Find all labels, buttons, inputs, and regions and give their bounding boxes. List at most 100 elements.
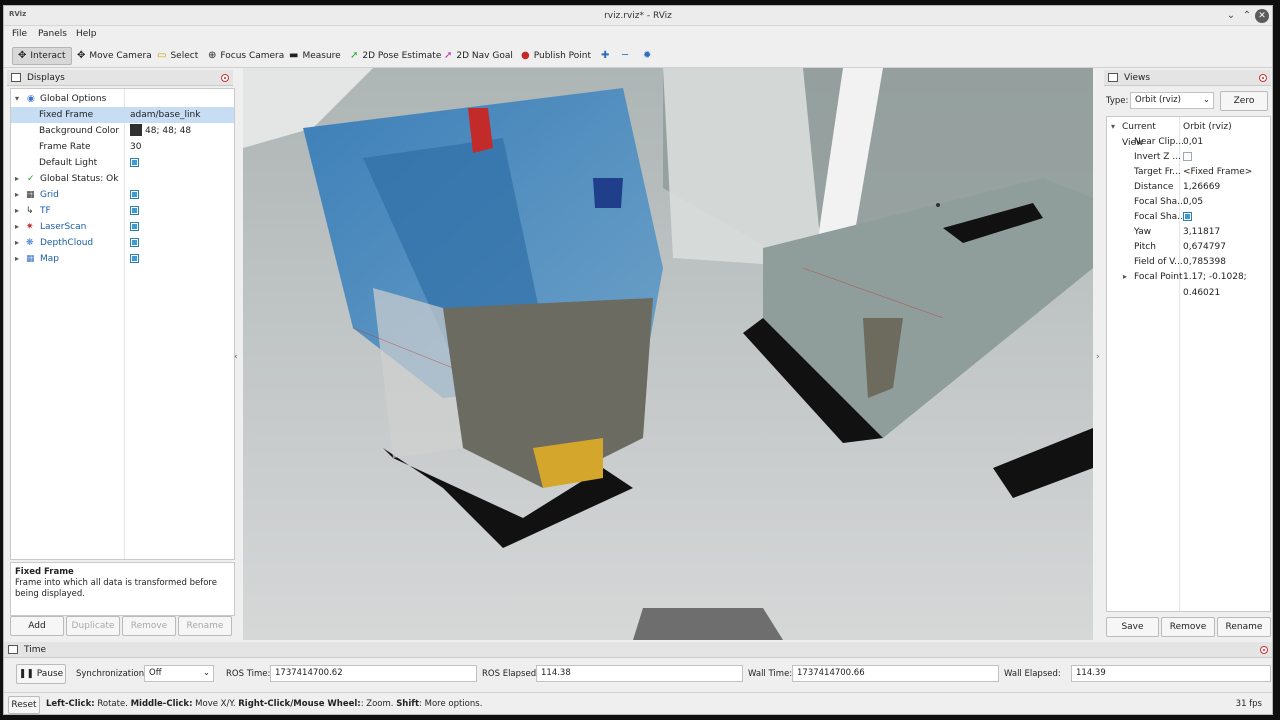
close-panel-icon[interactable]: [1259, 74, 1267, 82]
tree-row-grid[interactable]: ▸ ▦ Grid: [11, 187, 234, 203]
collapse-arrow-icon[interactable]: ▸: [1123, 269, 1127, 285]
move-camera-label: Move Camera: [89, 51, 152, 61]
focal-shape-fixed-label: Focal Sha...: [1134, 212, 1186, 222]
publish-point-label: Publish Point: [533, 51, 592, 61]
view-prop-focal-shape-size[interactable]: Focal Sha... 0,05: [1107, 194, 1270, 210]
invert-z-checkbox[interactable]: [1183, 152, 1192, 161]
map-checkbox[interactable]: [130, 254, 139, 263]
view-prop-target-frame[interactable]: Target Fr... <Fixed Frame>: [1107, 164, 1270, 180]
view-prop-focal-point[interactable]: ▸ Focal Point 1.17; -0.1028; 0.46021: [1107, 269, 1270, 298]
pause-button[interactable]: ❚❚ Pause: [16, 664, 66, 684]
pause-icon: ❚❚: [18, 669, 34, 679]
default-light-checkbox[interactable]: [130, 158, 139, 167]
view-prop-invert-z[interactable]: Invert Z ...: [1107, 149, 1270, 165]
close-window-button[interactable]: ✕: [1255, 9, 1269, 23]
close-panel-icon[interactable]: [221, 74, 229, 82]
wall-time-field[interactable]: 1737414700.66: [792, 665, 999, 682]
tool-bar: ✥ Interact ✥ Move Camera ▭ Select ⊕ Focu…: [4, 44, 1272, 68]
laserscan-checkbox[interactable]: [130, 222, 139, 231]
focus-camera-tool-button[interactable]: ⊕ Focus Camera: [203, 47, 289, 65]
view-type-select[interactable]: Orbit (rviz) ⌄: [1130, 92, 1214, 109]
yaw-value[interactable]: 3,11817: [1183, 224, 1220, 240]
target-frame-value[interactable]: <Fixed Frame>: [1183, 164, 1252, 180]
tree-row-frame-rate[interactable]: Frame Rate 30: [11, 139, 234, 155]
view-prop-near-clip[interactable]: Near Clip... 0,01: [1107, 134, 1270, 150]
reset-button[interactable]: Reset: [8, 696, 40, 714]
menu-help[interactable]: Help: [76, 29, 97, 39]
tree-row-global-options[interactable]: ▾ ◉ Global Options: [11, 91, 234, 107]
focal-point-value[interactable]: 1.17; -0.1028; 0.46021: [1183, 269, 1270, 301]
ros-elapsed-field[interactable]: 114.38: [536, 665, 743, 682]
interact-tool-button[interactable]: ✥ Interact: [12, 47, 72, 65]
interact-icon: ✥: [18, 50, 27, 61]
save-view-button[interactable]: Save: [1106, 617, 1159, 637]
pose-estimate-label: 2D Pose Estimate: [362, 51, 442, 61]
color-swatch[interactable]: [130, 124, 142, 136]
select-tool-button[interactable]: ▭ Select: [152, 47, 203, 65]
ros-time-field[interactable]: 1737414700.62: [270, 665, 477, 682]
measure-tool-button[interactable]: ▬ Measure: [284, 47, 346, 65]
tree-row-global-status[interactable]: ▸ ✓ Global Status: Ok: [11, 171, 234, 187]
fixed-frame-value[interactable]: adam/base_link: [124, 107, 234, 123]
nav-goal-tool-button[interactable]: ➚ 2D Nav Goal: [439, 47, 518, 65]
tree-row-laserscan[interactable]: ▸ ✷ LaserScan: [11, 219, 234, 235]
tree-row-current-view[interactable]: ▾ Current View Orbit (rviz): [1107, 119, 1270, 148]
view-prop-field-of-view[interactable]: Field of V... 0,785398: [1107, 254, 1270, 270]
rename-view-button[interactable]: Rename: [1217, 617, 1271, 637]
add-tool-button[interactable]: ✚: [596, 47, 614, 65]
close-panel-icon[interactable]: [1260, 646, 1268, 654]
3d-render-viewport[interactable]: [243, 68, 1093, 640]
fps-counter: 31 fps: [1235, 699, 1262, 709]
pose-estimate-tool-button[interactable]: ➚ 2D Pose Estimate: [345, 47, 446, 65]
collapse-left-panel-icon[interactable]: ‹: [234, 352, 238, 362]
collapse-right-panel-icon[interactable]: ›: [1096, 352, 1100, 362]
field-of-view-value[interactable]: 0,785398: [1183, 254, 1226, 270]
ruler-icon: ▬: [289, 50, 299, 61]
tree-row-background-color[interactable]: Background Color 48; 48; 48: [11, 123, 234, 139]
publish-point-tool-button[interactable]: ● Publish Point: [516, 47, 596, 65]
near-clip-value[interactable]: 0,01: [1183, 134, 1203, 150]
nav-goal-label: 2D Nav Goal: [456, 51, 513, 61]
pitch-value[interactable]: 0,674797: [1183, 239, 1226, 255]
expand-arrow-icon[interactable]: ▾: [1111, 119, 1115, 135]
add-display-button[interactable]: Add: [10, 616, 64, 636]
synchronization-select[interactable]: Off ⌄: [144, 665, 214, 682]
wall-elapsed-field[interactable]: 114.39: [1071, 665, 1271, 682]
duplicate-display-button[interactable]: Duplicate: [66, 616, 120, 636]
rename-display-button[interactable]: Rename: [178, 616, 232, 636]
remove-view-button[interactable]: Remove: [1161, 617, 1215, 637]
distance-value[interactable]: 1,26669: [1183, 179, 1220, 195]
view-prop-focal-shape-fixed[interactable]: Focal Sha...: [1107, 209, 1270, 225]
menu-file[interactable]: File: [12, 29, 27, 39]
minimize-icon[interactable]: ⌄: [1224, 9, 1238, 23]
menu-panels[interactable]: Panels: [38, 29, 67, 39]
move-camera-tool-button[interactable]: ✥ Move Camera: [72, 47, 157, 65]
tree-row-tf[interactable]: ▸ ↳ TF: [11, 203, 234, 219]
tf-checkbox[interactable]: [130, 206, 139, 215]
grid-checkbox[interactable]: [130, 190, 139, 199]
tree-row-depthcloud[interactable]: ▸ ❋ DepthCloud: [11, 235, 234, 251]
tool-properties-button[interactable]: ✹: [638, 47, 656, 65]
default-light-label: Default Light: [39, 158, 98, 168]
view-prop-pitch[interactable]: Pitch 0,674797: [1107, 239, 1270, 255]
grid-enabled: [124, 187, 234, 203]
tree-row-map[interactable]: ▸ ▦ Map: [11, 251, 234, 267]
remove-display-button[interactable]: Remove: [122, 616, 176, 636]
frame-rate-value[interactable]: 30: [124, 139, 234, 155]
zero-view-button[interactable]: Zero: [1220, 91, 1268, 111]
views-panel-header: Views: [1104, 70, 1271, 86]
select-icon: ▭: [157, 50, 167, 61]
tree-row-fixed-frame[interactable]: Fixed Frame adam/base_link: [11, 107, 234, 123]
remove-tool-button[interactable]: ─: [617, 47, 633, 65]
focal-shape-size-value[interactable]: 0,05: [1183, 194, 1203, 210]
focus-camera-label: Focus Camera: [220, 51, 285, 61]
focal-shape-fixed-checkbox[interactable]: [1183, 212, 1192, 221]
right-click-hint: Right-Click/Mouse Wheel:: [238, 699, 361, 709]
tree-row-default-light[interactable]: Default Light: [11, 155, 234, 171]
background-color-value[interactable]: 48; 48; 48: [124, 123, 234, 139]
time-title: Time: [24, 645, 47, 655]
depthcloud-checkbox[interactable]: [130, 238, 139, 247]
maximize-icon[interactable]: ⌃: [1240, 9, 1254, 23]
view-prop-distance[interactable]: Distance 1,26669: [1107, 179, 1270, 195]
view-prop-yaw[interactable]: Yaw 3,11817: [1107, 224, 1270, 240]
